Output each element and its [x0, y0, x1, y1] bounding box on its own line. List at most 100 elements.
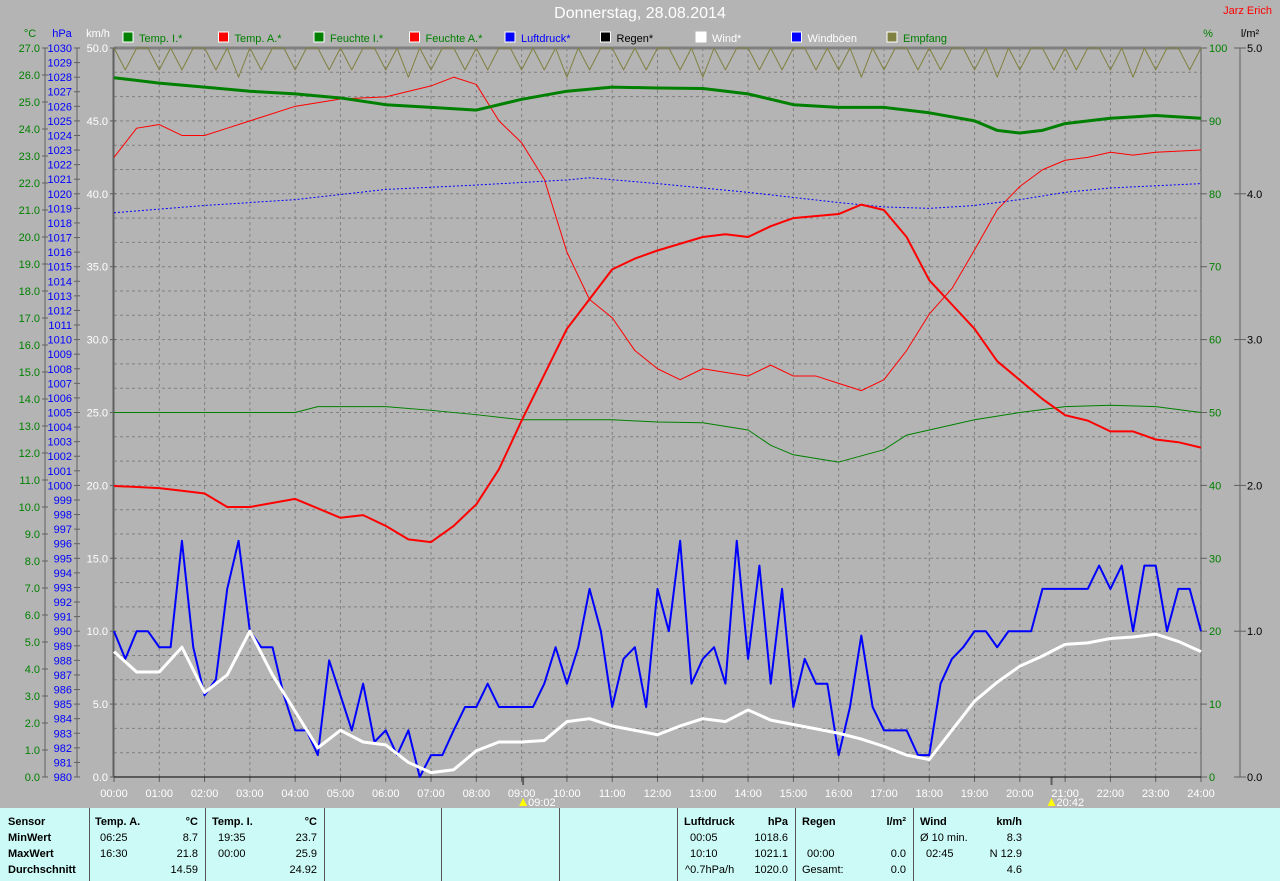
pressure-axis-tick-label: 1001 [48, 466, 72, 478]
column-divider [324, 808, 325, 881]
temp-axis-tick-label: 22.0 [19, 178, 40, 190]
temp-axis-tick-label: 25.0 [19, 97, 40, 109]
pressure-axis-tick-label: 985 [54, 699, 72, 711]
max-label: MaxWert [8, 848, 54, 860]
legend-label: Regen* [617, 33, 654, 45]
pressure-max-time: 10:10 [690, 848, 718, 860]
pressure-axis-tick-label: 984 [54, 714, 72, 726]
pressure-axis-unit: hPa [52, 28, 72, 40]
wind-axis-tick-label: 40.0 [87, 189, 108, 201]
wind-axis-tick-label: 0.0 [93, 772, 108, 784]
legend-swatch [695, 31, 707, 43]
wind-axis-tick-label: 15.0 [87, 553, 108, 565]
legend-swatch [886, 31, 898, 43]
temp-axis-tick-label: 3.0 [25, 691, 40, 703]
pressure-axis-tick-label: 997 [54, 524, 72, 536]
pressure-axis-tick-label: 1023 [48, 145, 72, 157]
legend-swatch [218, 31, 229, 43]
temp-axis-tick-label: 17.0 [19, 313, 40, 325]
x-axis-tick-label: 15:00 [780, 788, 808, 800]
wind-axis-tick-label: 50.0 [87, 43, 108, 55]
wind-axis-tick-label: 5.0 [93, 699, 108, 711]
pressure-header: Luftdruck [684, 816, 735, 828]
temp-axis-tick-label: 7.0 [25, 583, 40, 595]
legend-swatch [504, 31, 516, 43]
humidity-axis-tick-label: 30 [1209, 553, 1221, 565]
humidity-axis-tick-label: 70 [1209, 262, 1221, 274]
temp-i-min-time: 19:35 [218, 832, 246, 844]
legend-label: Feuchte I.* [330, 33, 384, 45]
legend-swatch [122, 31, 134, 43]
rain-header: Regen [802, 816, 836, 828]
pressure-axis-tick-label: 1010 [48, 335, 72, 347]
humidity-axis-tick-label: 20 [1209, 626, 1221, 638]
x-axis-tick-label: 22:00 [1097, 788, 1125, 800]
rain-axis-tick-label: 1.0 [1247, 626, 1262, 638]
column-divider [913, 808, 914, 881]
temp-axis-tick-label: 21.0 [19, 205, 40, 217]
temp-axis-tick-label: 0.0 [25, 772, 40, 784]
humidity-axis-tick-label: 40 [1209, 480, 1221, 492]
pressure-axis-tick-label: 989 [54, 641, 72, 653]
pressure-axis-tick-label: 999 [54, 495, 72, 507]
legend-label: Luftdruck* [521, 33, 571, 45]
pressure-current: 1020.0 [754, 864, 788, 876]
humidity-axis-tick-label: 100 [1209, 43, 1227, 55]
pressure-axis-tick-label: 987 [54, 670, 72, 682]
temp-axis-tick-label: 23.0 [19, 151, 40, 163]
x-axis-tick-label: 05:00 [327, 788, 355, 800]
x-axis-tick-label: 02:00 [191, 788, 219, 800]
temp-axis-tick-label: 4.0 [25, 664, 40, 676]
temp-i-header: Temp. I. [212, 816, 253, 828]
pressure-axis-tick-label: 1027 [48, 87, 72, 99]
x-axis-tick-label: 00:00 [100, 788, 128, 800]
temp-a-min-time: 06:25 [100, 832, 128, 844]
pressure-axis-tick-label: 1017 [48, 233, 72, 245]
wind-avg-value: 8.3 [1006, 832, 1022, 844]
x-axis-tick-label: 10:00 [553, 788, 581, 800]
wind-axis-tick-label: 30.0 [87, 335, 108, 347]
temp-axis-tick-label: 13.0 [19, 421, 40, 433]
humidity-axis-tick-label: 10 [1209, 699, 1221, 711]
temp-axis-tick-label: 16.0 [19, 340, 40, 352]
pressure-axis-tick-label: 1009 [48, 349, 72, 361]
humidity-axis-tick-label: 0 [1209, 772, 1215, 784]
sensor-header: Sensor [8, 816, 46, 828]
pressure-axis-tick-label: 1011 [48, 320, 72, 332]
temp-a-max-time: 16:30 [100, 848, 128, 860]
rain-axis-tick-label: 5.0 [1247, 43, 1262, 55]
temp-a-avg-value: 14.59 [170, 864, 198, 876]
pressure-axis-tick-label: 1004 [48, 422, 72, 434]
temp-axis-tick-label: 10.0 [19, 502, 40, 514]
pressure-axis-tick-label: 1015 [48, 262, 72, 274]
temp-axis-tick-label: 8.0 [25, 556, 40, 568]
x-axis-tick-label: 01:00 [146, 788, 174, 800]
luftdruck-series-line [113, 177, 1202, 214]
temp-a-max-value: 21.8 [176, 848, 198, 860]
temp-axis-tick-label: 18.0 [19, 286, 40, 298]
legend-label: Wind* [712, 33, 742, 45]
sunset-time-label: 20:42 [1057, 797, 1085, 808]
pressure-axis-tick-label: 1022 [48, 160, 72, 172]
rain-axis-tick-label: 2.0 [1247, 480, 1262, 492]
temp-i-unit: °C [304, 816, 317, 828]
x-axis-tick-label: 13:00 [689, 788, 717, 800]
pressure-axis-tick-label: 1007 [48, 378, 72, 390]
min-label: MinWert [8, 832, 52, 844]
pressure-axis-tick-label: 993 [54, 582, 72, 594]
pressure-axis-tick-label: 1014 [48, 276, 72, 288]
x-axis-tick-label: 18:00 [915, 788, 943, 800]
pressure-axis-tick-label: 995 [54, 553, 72, 565]
column-divider [205, 808, 206, 881]
temp-axis-tick-label: 15.0 [19, 367, 40, 379]
wind-axis-tick-label: 25.0 [87, 408, 108, 420]
x-axis-tick-label: 06:00 [372, 788, 400, 800]
pressure-axis-tick-label: 1020 [48, 189, 72, 201]
x-axis-tick-label: 23:00 [1142, 788, 1170, 800]
rain-max-time: 00:00 [807, 848, 835, 860]
x-axis-tick-label: 04:00 [281, 788, 309, 800]
wind-max-value: N 12.9 [989, 848, 1022, 860]
pressure-axis-tick-label: 1024 [48, 130, 72, 142]
wind-unit: km/h [996, 816, 1022, 828]
rain-axis-tick-label: 3.0 [1247, 335, 1262, 347]
